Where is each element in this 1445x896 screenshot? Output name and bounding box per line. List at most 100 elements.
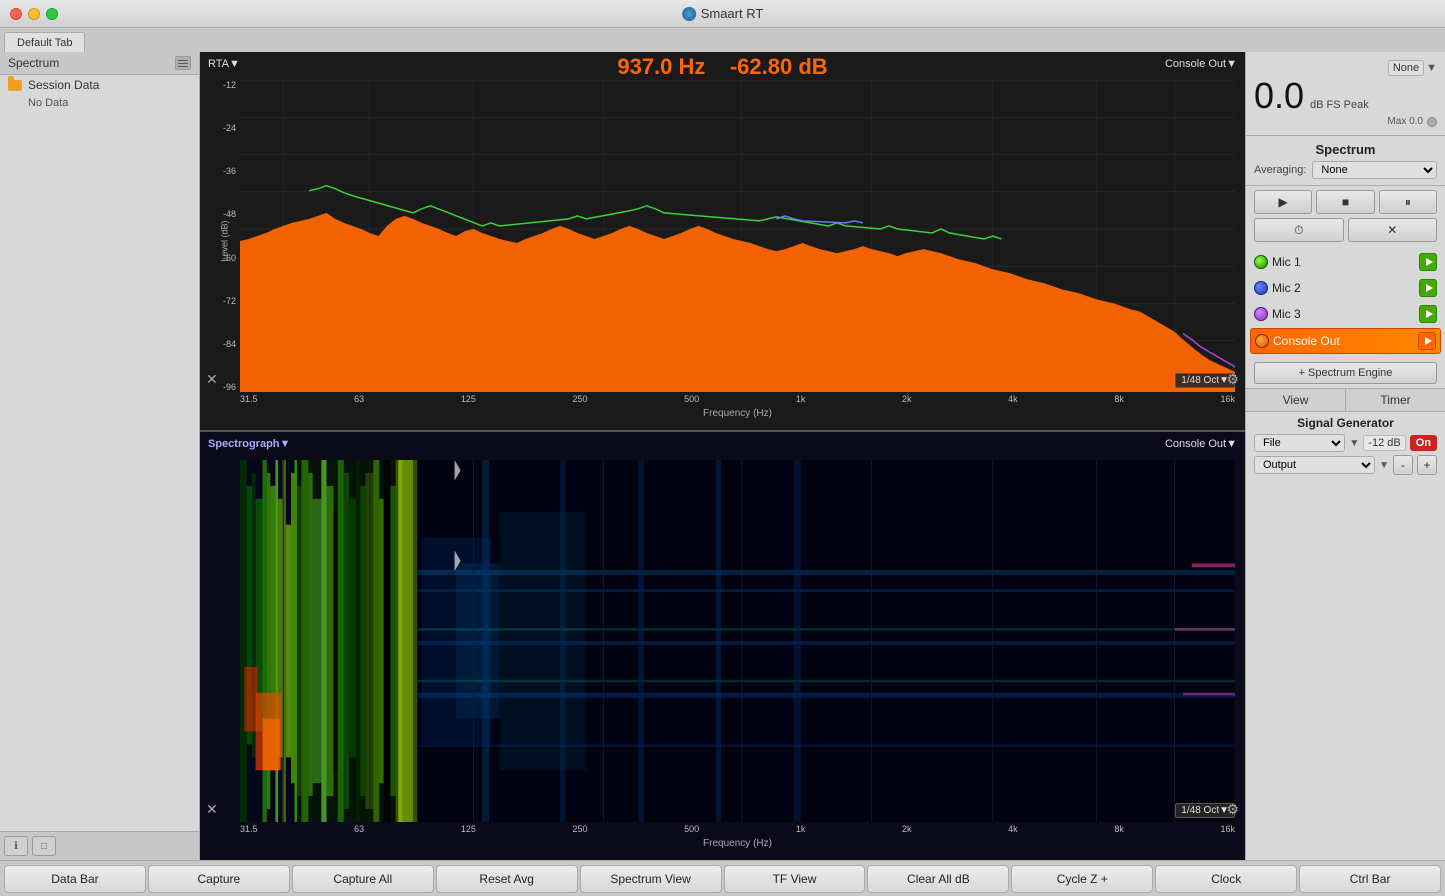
sidebar-footer: ℹ □ [0,831,199,860]
console-out-dot [1255,334,1269,348]
mic3-play-icon [1426,310,1433,318]
instrument-row-console-out[interactable]: Console Out [1250,328,1441,354]
rta-output-label[interactable]: Console Out▼ [1165,58,1237,70]
spec-y-axis [200,460,240,822]
rta-frequency-display: 937.0 Hz -62.80 dB [200,52,1245,80]
signal-generator-title: Signal Generator [1254,416,1437,430]
mic1-play-icon [1426,258,1433,266]
spectrograph-canvas [240,460,1235,822]
cycle-z-plus-button[interactable]: Cycle Z + [1011,865,1153,893]
spec-settings-button[interactable]: ⚙ [1226,801,1239,818]
sidebar-info-button[interactable]: ℹ [4,836,28,856]
rta-label[interactable]: RTA▼ [208,58,240,70]
console-out-play-icon [1425,337,1432,345]
meter-max: Max 0.0 [1387,116,1423,127]
mic3-dot [1254,307,1268,321]
pause-button[interactable]: ⏸ [1379,190,1437,214]
db-value: -12 dB [1363,435,1405,451]
ctrl-bar-button[interactable]: Ctrl Bar [1299,865,1441,893]
app-title: Smaart RT [682,6,764,21]
capture-button[interactable]: Capture [148,865,290,893]
spectrum-view-button[interactable]: Spectrum View [580,865,722,893]
close-button[interactable] [10,8,22,20]
mic1-dot [1254,255,1268,269]
rta-settings-button[interactable]: ⚙ [1226,371,1239,388]
rta-y-title: Level (dB) [220,220,230,261]
spectrum-section-title: Spectrum [1254,142,1437,157]
rta-close-button[interactable]: ✕ [206,371,218,388]
mic1-play-button[interactable] [1419,253,1437,271]
rta-x-axis: 31.5 63 125 250 500 1k 2k 4k 8k 16k Freq… [240,392,1235,430]
instrument-rows: Mic 1 Mic 2 [1246,246,1445,358]
right-panel: None ▼ 0.0 dB FS Peak Max 0.0 Spectrum A… [1245,52,1445,860]
meter-section: None ▼ 0.0 dB FS Peak Max 0.0 [1246,52,1445,136]
mic2-play-icon [1426,284,1433,292]
mic2-dot [1254,281,1268,295]
meter-source-select[interactable]: None [1388,60,1424,76]
add-spectrum-engine-button[interactable]: + Spectrum Engine [1254,362,1437,384]
sidebar-header: Spectrum [0,52,199,75]
averaging-select[interactable]: None 2x 4x 8x [1312,161,1437,179]
sidebar-menu-button[interactable] [175,56,191,70]
minus-button[interactable]: - [1393,455,1413,475]
instrument-row-mic3[interactable]: Mic 3 [1250,302,1441,326]
spec-x-title: Frequency (Hz) [240,838,1235,849]
maximize-button[interactable] [46,8,58,20]
app-icon [682,7,696,21]
tf-view-button[interactable]: TF View [724,865,866,893]
spectrum-section: Spectrum Averaging: None 2x 4x 8x [1246,136,1445,186]
traffic-lights [10,8,58,20]
mic2-play-button[interactable] [1419,279,1437,297]
file-select[interactable]: File [1254,434,1345,452]
meter-max-dot [1427,117,1437,127]
sidebar: Spectrum Session Data No Data ℹ □ [0,52,200,860]
transport-row-2: ⏱ ✕ [1246,218,1445,246]
mic3-name: Mic 3 [1272,307,1342,321]
spectrograph-label[interactable]: Spectrograph▼ [208,438,290,450]
view-button[interactable]: View [1246,389,1346,411]
main-container: Spectrum Session Data No Data ℹ □ 937.0 … [0,52,1445,860]
clock-button[interactable]: Clock [1155,865,1297,893]
default-tab[interactable]: Default Tab [4,32,85,52]
tabbar: Default Tab [0,28,1445,52]
instrument-row-mic1[interactable]: Mic 1 [1250,250,1441,274]
on-button[interactable]: On [1410,435,1437,451]
center-panel: 937.0 Hz -62.80 dB RTA▼ Console Out▼ -12… [200,52,1245,860]
bottom-toolbar: Data Bar Capture Capture All Reset Avg S… [0,860,1445,896]
capture-all-button[interactable]: Capture All [292,865,434,893]
rta-x-title: Frequency (Hz) [240,408,1235,419]
sidebar-title: Spectrum [8,56,59,70]
plus-button[interactable]: + [1417,455,1437,475]
timer-button[interactable]: ⏱ [1254,218,1344,242]
spectrograph-output-label[interactable]: Console Out▼ [1165,438,1237,450]
settings-button[interactable]: ✕ [1348,218,1438,242]
rta-area: 937.0 Hz -62.80 dB RTA▼ Console Out▼ -12… [200,52,1245,432]
data-bar-button[interactable]: Data Bar [4,865,146,893]
session-data-label: Session Data [28,78,99,92]
stop-button[interactable]: ■ [1316,190,1374,214]
reset-avg-button[interactable]: Reset Avg [436,865,578,893]
play-button[interactable]: ▶ [1254,190,1312,214]
spec-close-button[interactable]: ✕ [206,801,218,818]
clear-all-db-button[interactable]: Clear All dB [867,865,1009,893]
minimize-button[interactable] [28,8,40,20]
mic2-name: Mic 2 [1272,281,1342,295]
meter-value: 0.0 [1254,78,1304,114]
console-out-play-button[interactable] [1418,332,1436,350]
no-data-item: No Data [0,95,199,111]
session-data-item[interactable]: Session Data [0,75,199,95]
console-out-name: Console Out [1273,334,1342,348]
meter-unit: dB FS Peak [1310,99,1369,111]
transport-controls: ▶ ■ ⏸ [1246,186,1445,218]
view-timer-row: View Timer [1246,388,1445,412]
output-select[interactable]: Output [1254,456,1375,474]
signal-generator-section: Signal Generator File ▼ -12 dB On Output… [1246,412,1445,482]
folder-icon [8,80,22,91]
instrument-row-mic2[interactable]: Mic 2 [1250,276,1441,300]
rta-chart [240,80,1235,392]
timer-tab-button[interactable]: Timer [1346,389,1445,411]
mic3-play-button[interactable] [1419,305,1437,323]
spectrograph-area: Spectrograph▼ Console Out▼ [200,432,1245,860]
spec-x-axis: 31.5 63 125 250 500 1k 2k 4k 8k 16k Freq… [240,822,1235,860]
sidebar-add-button[interactable]: □ [32,836,56,856]
